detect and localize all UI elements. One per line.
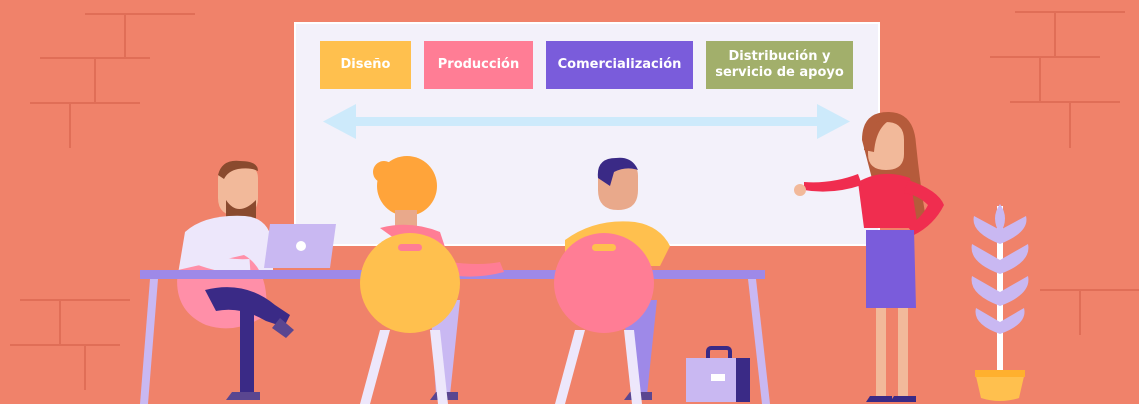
seated-woman: [360, 156, 504, 404]
people-and-furniture: [140, 112, 1029, 404]
briefcase-icon: [686, 346, 750, 402]
seated-man: [554, 157, 670, 404]
presenter-woman: [794, 112, 944, 402]
potted-plant: [971, 204, 1029, 401]
man-with-laptop: [177, 160, 336, 400]
